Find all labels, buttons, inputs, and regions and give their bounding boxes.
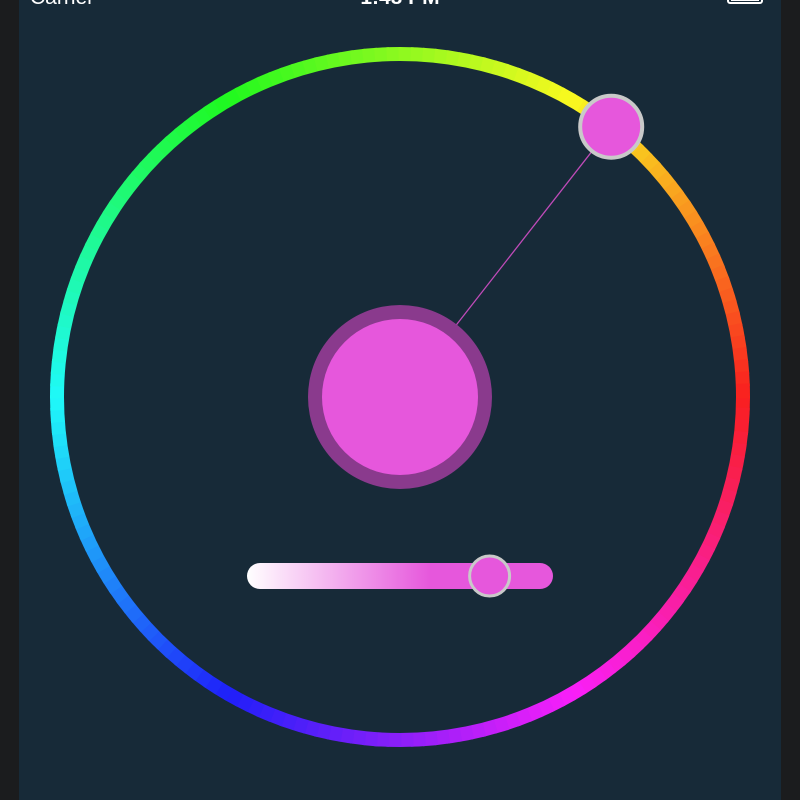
color-preview-swatch	[322, 319, 478, 475]
color-picker	[50, 47, 750, 747]
hue-handle[interactable]	[578, 93, 645, 160]
color-preview	[308, 305, 492, 489]
brightness-handle[interactable]	[468, 554, 512, 598]
color-picker-screen: Carrier 1:48 PM	[19, 0, 781, 800]
